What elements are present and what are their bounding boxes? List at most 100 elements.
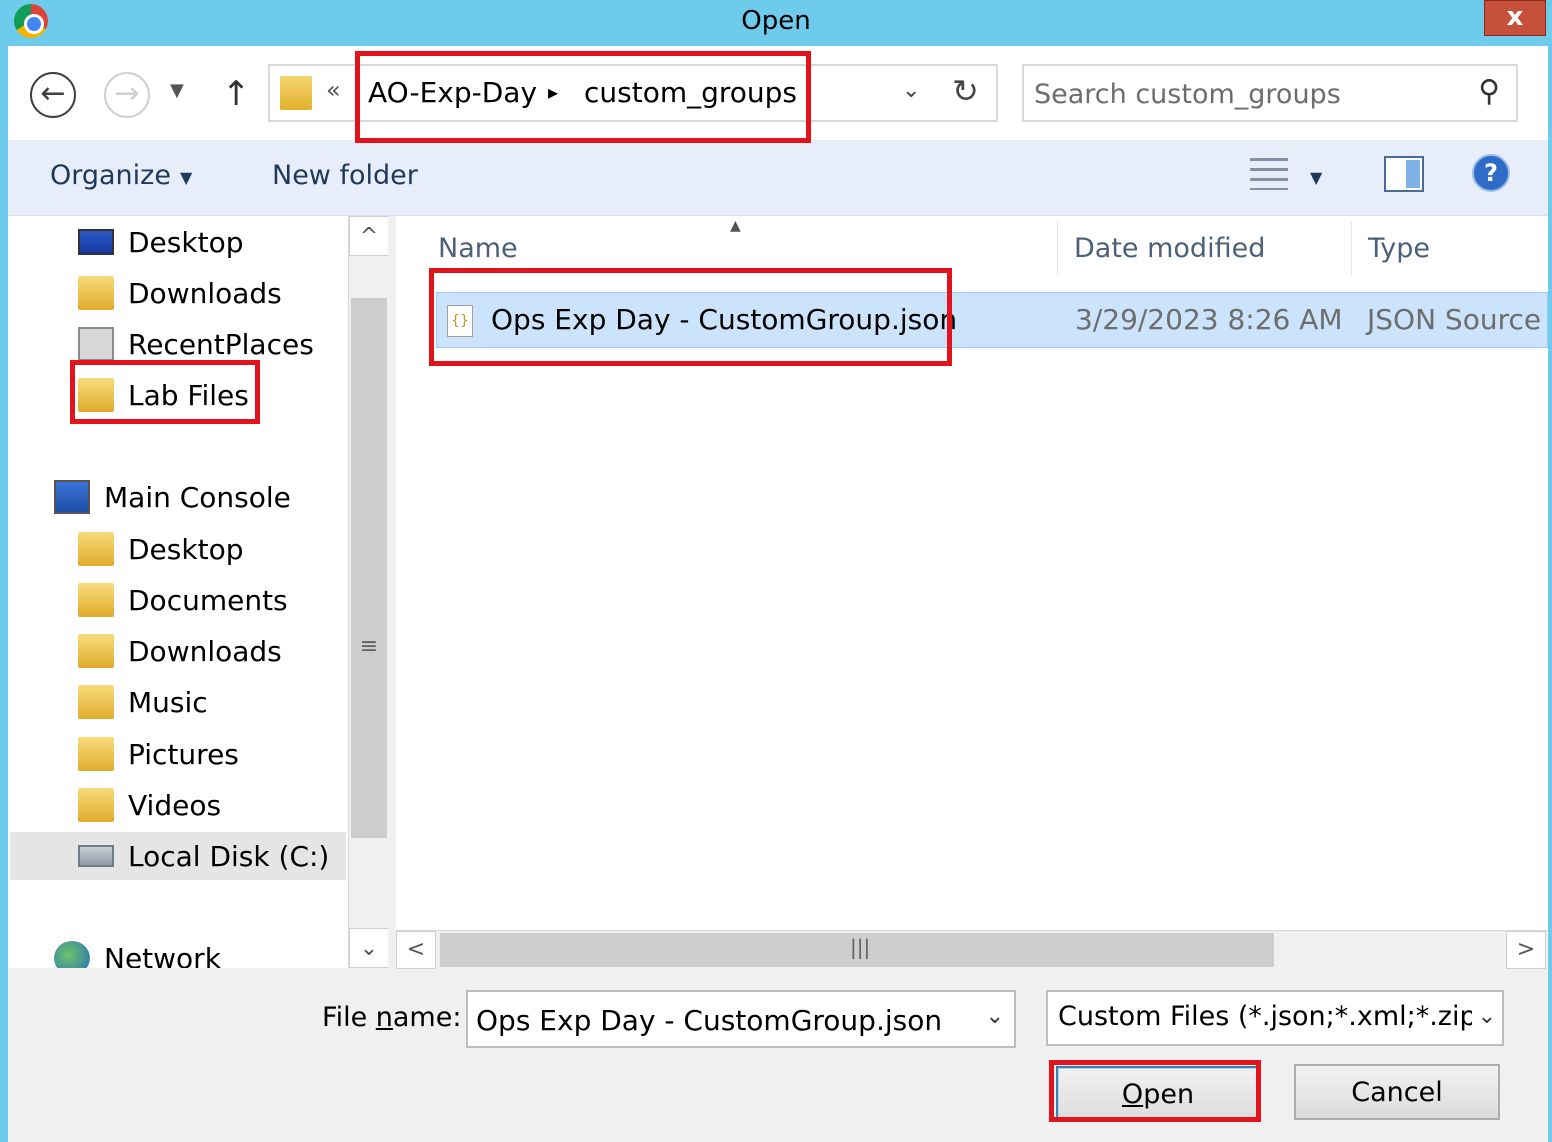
downloads-folder-icon: [78, 276, 114, 310]
json-file-icon: {}: [447, 305, 473, 337]
music-folder-icon: [78, 685, 114, 719]
horizontal-scrollbar[interactable]: < ||| >: [396, 930, 1548, 969]
refresh-icon: ↻: [952, 72, 979, 110]
recent-places-icon: [78, 327, 114, 361]
nav-item-music[interactable]: Music: [78, 678, 388, 726]
folder-icon: [280, 76, 312, 110]
nav-item-label: Local Disk (C:): [128, 839, 330, 873]
arrow-right-icon: →: [114, 76, 140, 111]
nav-item-local-disk[interactable]: Local Disk (C:): [10, 832, 346, 880]
grip-icon: ≡: [359, 634, 379, 659]
label-part: File: [322, 1002, 376, 1033]
scroll-up-button[interactable]: ^: [349, 216, 388, 256]
file-list: ▲ Name Date modified Type {} Ops Exp Day…: [396, 216, 1552, 930]
nav-item-desktop[interactable]: Desktop: [78, 218, 388, 266]
nav-item-recent-places[interactable]: RecentPlaces: [78, 320, 388, 368]
open-button[interactable]: Open: [1056, 1066, 1260, 1122]
arrow-left-icon: ←: [40, 76, 66, 111]
refresh-button[interactable]: ↻: [952, 72, 979, 110]
file-row[interactable]: {} Ops Exp Day - CustomGroup.json 3/29/2…: [436, 292, 1552, 348]
address-dropdown-button[interactable]: ⌄: [902, 78, 920, 103]
nav-item-label: Music: [128, 685, 208, 719]
nav-item-videos[interactable]: Videos: [78, 781, 388, 829]
scroll-left-button[interactable]: <: [396, 931, 436, 969]
nav-item-label: Downloads: [128, 634, 282, 668]
file-type: JSON Source F: [1367, 303, 1552, 336]
file-name-combobox[interactable]: ⌄: [466, 990, 1016, 1048]
cancel-button[interactable]: Cancel: [1294, 1064, 1500, 1120]
nav-item-label: Documents: [128, 583, 288, 617]
disk-icon: [78, 845, 114, 867]
scroll-right-button[interactable]: >: [1506, 931, 1546, 969]
column-header-date-modified[interactable]: Date modified: [1058, 222, 1352, 276]
breadcrumb-separator-icon[interactable]: ▸: [548, 80, 558, 104]
nav-item-downloads[interactable]: Downloads: [78, 269, 388, 317]
view-options-icon[interactable]: [1250, 158, 1288, 190]
address-bar[interactable]: « AO-Exp-Day ▸ custom_groups ⌄ ↻: [268, 64, 998, 122]
nav-item-label: Lab Files: [128, 378, 249, 412]
recent-locations-button[interactable]: ▼: [170, 80, 184, 101]
nav-item-desktop-2[interactable]: Desktop: [78, 525, 388, 573]
search-icon[interactable]: ⚲: [1478, 74, 1500, 109]
nav-item-documents[interactable]: Documents: [78, 576, 388, 624]
file-name-label: File name:: [322, 1002, 461, 1033]
label-part: ame:: [392, 1002, 462, 1033]
chevron-down-icon[interactable]: ⌄: [986, 1004, 1004, 1029]
nav-item-pictures[interactable]: Pictures: [78, 730, 388, 778]
organize-dropdown-icon[interactable]: ▼: [180, 168, 192, 187]
search-input[interactable]: [1034, 74, 1454, 114]
file-type-filter-value: Custom Files (*.json;*.xml;*.zip;: [1058, 1001, 1486, 1032]
nav-item-lab-files[interactable]: Lab Files: [78, 371, 388, 419]
up-button[interactable]: ↑: [222, 74, 251, 114]
title-bar: Open x: [0, 0, 1552, 46]
desktop-icon: [78, 229, 114, 255]
nav-item-main-console[interactable]: Main Console: [54, 473, 384, 521]
nav-item-network[interactable]: Network: [54, 934, 384, 968]
file-name: Ops Exp Day - CustomGroup.json: [491, 303, 958, 336]
nav-scrollbar[interactable]: ^ ≡ ⌄: [348, 216, 388, 968]
nav-item-label: Videos: [128, 788, 222, 822]
help-icon[interactable]: ?: [1472, 154, 1510, 192]
nav-item-label: Downloads: [128, 276, 282, 310]
forward-button[interactable]: →: [104, 72, 150, 118]
downloads-folder-icon: [78, 634, 114, 668]
new-folder-button[interactable]: New folder: [272, 160, 418, 191]
breadcrumb-ao-exp-day[interactable]: AO-Exp-Day: [368, 76, 537, 109]
chevron-down-icon: ⌄: [1471, 1004, 1496, 1029]
search-box[interactable]: ⚲: [1022, 64, 1518, 122]
grip-icon: |||: [850, 935, 871, 959]
navigation-pane: Desktop Downloads RecentPlaces Lab Files…: [8, 216, 388, 968]
address-overflow-button[interactable]: «: [326, 76, 341, 104]
file-name-input[interactable]: [476, 1000, 966, 1040]
open-label: pen: [1143, 1079, 1195, 1110]
arrow-up-icon: ↑: [222, 74, 251, 114]
organize-button[interactable]: Organize: [50, 160, 171, 191]
videos-folder-icon: [78, 788, 114, 822]
label-accesskey: n: [375, 1002, 393, 1033]
desktop-folder-icon: [78, 532, 114, 566]
open-dialog: ← → ▼ ↑ « AO-Exp-Day ▸ custom_groups ⌄ ↻…: [8, 46, 1552, 1142]
file-type-filter[interactable]: Custom Files (*.json;*.xml;*.zip; ⌄: [1046, 990, 1504, 1046]
scroll-thumb[interactable]: |||: [440, 933, 1274, 967]
back-button[interactable]: ←: [30, 72, 76, 118]
nav-item-label: Network: [104, 941, 221, 969]
chevron-down-icon: ▼: [170, 80, 184, 101]
folder-icon: [78, 378, 114, 412]
nav-item-downloads-2[interactable]: Downloads: [78, 627, 388, 675]
chevron-down-icon: ⌄: [902, 78, 921, 103]
computer-icon: [54, 480, 90, 514]
column-header-type[interactable]: Type: [1352, 222, 1548, 276]
preview-pane-icon[interactable]: [1384, 156, 1424, 192]
close-button[interactable]: x: [1484, 0, 1546, 36]
nav-item-label: Main Console: [104, 480, 291, 514]
view-dropdown-icon[interactable]: ▼: [1310, 168, 1322, 187]
pictures-folder-icon: [78, 737, 114, 771]
column-header-name[interactable]: Name: [396, 222, 1058, 276]
scroll-down-button[interactable]: ⌄: [349, 928, 388, 968]
documents-folder-icon: [78, 583, 114, 617]
nav-item-label: Desktop: [128, 532, 244, 566]
breadcrumb-custom-groups[interactable]: custom_groups: [584, 76, 797, 109]
scroll-thumb[interactable]: ≡: [351, 298, 387, 838]
nav-item-label: Desktop: [128, 225, 244, 259]
address-row: ← → ▼ ↑ « AO-Exp-Day ▸ custom_groups ⌄ ↻…: [8, 46, 1548, 140]
